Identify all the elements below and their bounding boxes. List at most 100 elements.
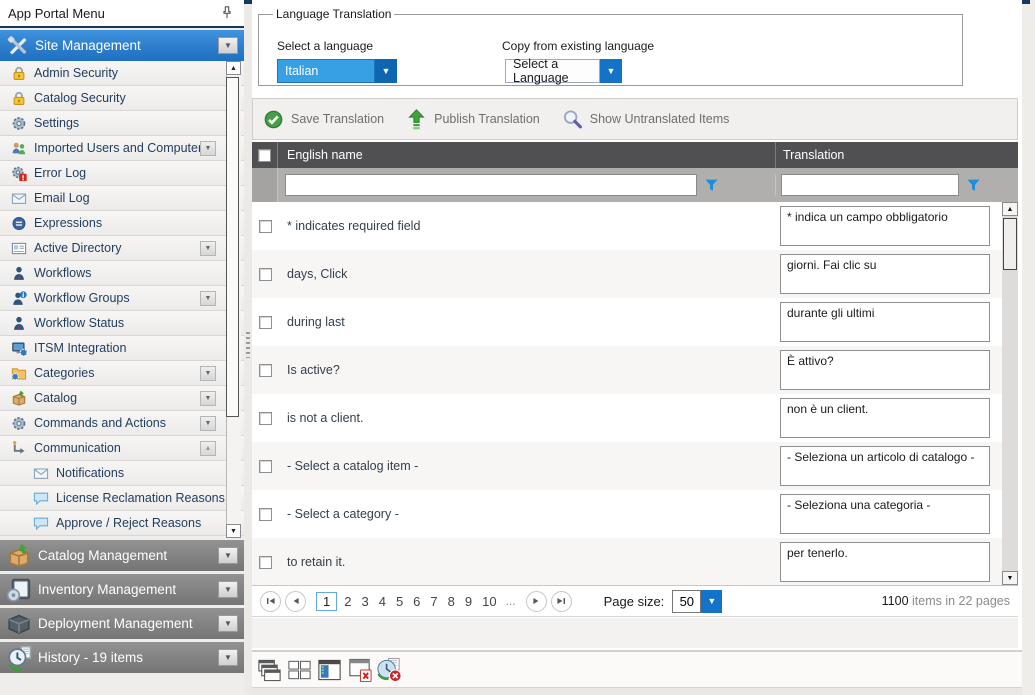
page-number-current[interactable]: 1: [316, 592, 337, 611]
row-checkbox[interactable]: [259, 268, 272, 281]
sidebar-scrollbar[interactable]: ▲ ▼: [226, 61, 241, 538]
page-number[interactable]: 8: [443, 594, 460, 609]
publish-translation-button[interactable]: Publish Translation: [406, 109, 540, 130]
panel-view-icon[interactable]: [316, 655, 343, 685]
chevron-down-icon[interactable]: ▼: [375, 59, 397, 83]
translation-input[interactable]: giorni. Fai clic su: [780, 254, 990, 294]
page-number[interactable]: 2: [339, 594, 356, 609]
row-checkbox[interactable]: [259, 316, 272, 329]
chevron-down-icon[interactable]: ▼: [701, 590, 722, 613]
scroll-down-icon[interactable]: ▼: [226, 524, 241, 538]
chevron-down-icon[interactable]: ▼: [200, 391, 216, 406]
sidebar-item-email-log[interactable]: Email Log: [0, 186, 244, 211]
chevron-down-icon[interactable]: ▼: [600, 59, 622, 83]
translation-filter-input[interactable]: [781, 174, 959, 196]
scroll-up-icon[interactable]: ▲: [226, 61, 241, 75]
row-checkbox[interactable]: [259, 508, 272, 521]
sidebar-item-workflows[interactable]: Workflows: [0, 261, 244, 286]
chevron-down-icon[interactable]: ▼: [218, 649, 238, 666]
page-number[interactable]: 3: [356, 594, 373, 609]
select-all-checkbox[interactable]: [258, 149, 271, 162]
page-number[interactable]: 10: [477, 594, 501, 609]
chevron-down-icon[interactable]: ▼: [200, 366, 216, 381]
sidebar-item-active-directory[interactable]: Active Directory▼: [0, 236, 244, 261]
sidebar-item-settings[interactable]: Settings: [0, 111, 244, 136]
language-dropdown[interactable]: Italian ▼: [277, 59, 397, 83]
chevron-up-icon[interactable]: ▲: [200, 441, 216, 456]
scroll-up-icon[interactable]: ▲: [1002, 202, 1018, 216]
chevron-down-icon[interactable]: ▼: [218, 37, 238, 54]
sidebar-item-license-reclamation-reasons[interactable]: License Reclamation Reasons: [0, 486, 244, 511]
sidebar-section-history[interactable]: History - 19 items▼: [0, 642, 244, 673]
chevron-down-icon[interactable]: ▼: [200, 416, 216, 431]
chevron-down-icon[interactable]: ▼: [200, 291, 216, 306]
save-translation-button[interactable]: Save Translation: [263, 109, 384, 130]
last-page-button[interactable]: [551, 591, 572, 612]
chevron-down-icon[interactable]: ▼: [200, 241, 216, 256]
row-checkbox[interactable]: [259, 460, 272, 473]
page-number[interactable]: 9: [460, 594, 477, 609]
translation-input[interactable]: - Seleziona una categoria -: [780, 494, 990, 534]
page-size-dropdown[interactable]: 50 ▼: [672, 590, 722, 613]
sidebar-item-catalog[interactable]: Catalog▼: [0, 386, 244, 411]
row-checkbox[interactable]: [259, 412, 272, 425]
translation-input[interactable]: * indica un campo obbligatorio: [780, 206, 990, 246]
column-header-translation[interactable]: Translation: [775, 142, 1018, 168]
show-untranslated-button[interactable]: Show Untranslated Items: [562, 109, 730, 130]
translation-input[interactable]: durante gli ultimi: [780, 302, 990, 342]
filter-funnel-icon[interactable]: [704, 178, 719, 193]
sidebar-item-approve-reject-reasons[interactable]: Approve / Reject Reasons: [0, 511, 244, 536]
translation-input[interactable]: È attivo?: [780, 350, 990, 390]
sidebar-section-catalog-management[interactable]: Catalog Management▼: [0, 540, 244, 571]
sidebar-section-inventory-management[interactable]: Inventory Management▼: [0, 574, 244, 605]
chevron-down-icon[interactable]: ▼: [218, 615, 238, 632]
sidebar-item-admin-security[interactable]: Admin Security: [0, 61, 244, 86]
scroll-down-icon[interactable]: ▼: [1002, 571, 1018, 585]
page-number[interactable]: 5: [391, 594, 408, 609]
translation-input[interactable]: - Seleziona un articolo di catalogo -: [780, 446, 990, 486]
sidebar-item-itsm-integration[interactable]: ITSM Integration: [0, 336, 244, 361]
sidebar-splitter[interactable]: [244, 0, 252, 695]
sidebar-item-communication[interactable]: Communication▲: [0, 436, 244, 461]
tile-windows-icon[interactable]: [286, 655, 313, 685]
page-number[interactable]: 6: [408, 594, 425, 609]
filter-funnel-icon[interactable]: [966, 178, 981, 193]
sidebar-item-label: Notifications: [56, 466, 124, 480]
row-checkbox[interactable]: [259, 364, 272, 377]
sidebar-item-workflow-status[interactable]: Workflow Status: [0, 311, 244, 336]
next-page-button[interactable]: [526, 591, 547, 612]
sidebar-item-workflow-groups[interactable]: Workflow Groups▼: [0, 286, 244, 311]
sidebar-item-error-log[interactable]: Error Log: [0, 161, 244, 186]
pin-icon[interactable]: [218, 4, 236, 22]
scrollbar-thumb[interactable]: [1003, 218, 1017, 270]
sidebar-item-commands-and-actions[interactable]: Commands and Actions▼: [0, 411, 244, 436]
sidebar-section-site-management[interactable]: Site Management ▼: [0, 30, 244, 61]
grid-scrollbar[interactable]: ▲ ▼: [1002, 202, 1018, 585]
translation-input[interactable]: non è un client.: [780, 398, 990, 438]
chevron-down-icon[interactable]: ▼: [218, 581, 238, 598]
chevron-down-icon[interactable]: ▼: [218, 547, 238, 564]
language-translation-fieldset: Language Translation Select a language I…: [258, 7, 963, 86]
row-checkbox[interactable]: [259, 220, 272, 233]
sidebar-item-categories[interactable]: Categories▼: [0, 361, 244, 386]
page-number[interactable]: 4: [374, 594, 391, 609]
page-number[interactable]: 7: [425, 594, 442, 609]
close-window-icon[interactable]: [346, 655, 373, 685]
chevron-down-icon[interactable]: ▼: [200, 141, 216, 156]
scrollbar-thumb[interactable]: [226, 77, 239, 417]
clear-history-icon[interactable]: [376, 655, 403, 685]
english-filter-input[interactable]: [285, 174, 697, 196]
first-page-button[interactable]: [260, 591, 281, 612]
cascade-windows-icon[interactable]: [256, 655, 283, 685]
translation-input[interactable]: per tenerlo.: [780, 542, 990, 582]
row-checkbox[interactable]: [259, 556, 272, 569]
sidebar-item-expressions[interactable]: Expressions: [0, 211, 244, 236]
sidebar-item-notifications[interactable]: Notifications: [0, 461, 244, 486]
sidebar-item-imported-users-and-computers[interactable]: Imported Users and Computers▼: [0, 136, 244, 161]
sidebar-section-deployment-management[interactable]: Deployment Management▼: [0, 608, 244, 639]
sidebar-item-catalog-security[interactable]: Catalog Security: [0, 86, 244, 111]
previous-page-button[interactable]: [285, 591, 306, 612]
column-header-english[interactable]: English name: [278, 142, 775, 168]
copy-from-dropdown[interactable]: Select a Language ▼: [505, 59, 622, 83]
page-ellipsis[interactable]: ...: [502, 594, 520, 608]
